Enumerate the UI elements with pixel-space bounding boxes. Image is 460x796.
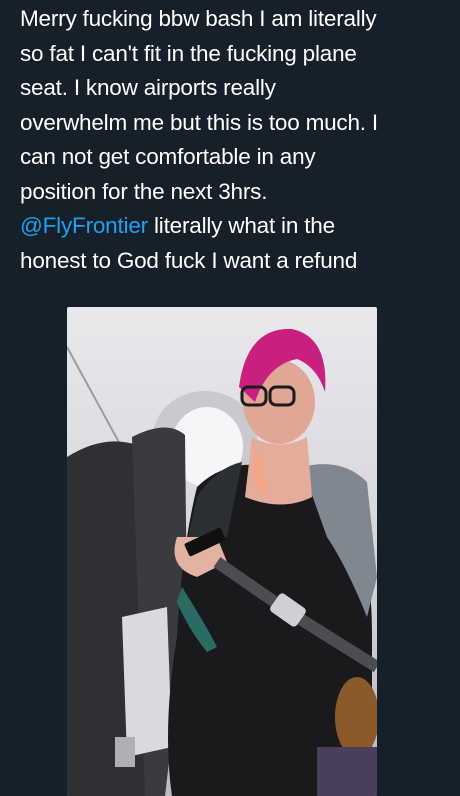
tweet-line-7-rest: literally what in the bbox=[147, 213, 335, 238]
tweet-line-1: Merry fucking bbw bash I am literally bbox=[20, 6, 377, 31]
tweet-photo[interactable] bbox=[67, 307, 377, 796]
floor-bag bbox=[317, 747, 377, 796]
tweet-line-6: position for the next 3hrs. bbox=[20, 178, 268, 204]
tray-table-icon bbox=[122, 607, 172, 757]
tweet-line-7: @FlyFrontier literally what in the bbox=[20, 209, 450, 244]
cabin-panel-line bbox=[67, 346, 128, 458]
tweet-text: Merry fucking bbw bash I am literally so… bbox=[20, 2, 450, 278]
airplane-seat-photo-icon bbox=[67, 328, 377, 796]
tweet-line-5: can not get comfortable in any bbox=[20, 144, 316, 169]
tweet-line-4: overwhelm me but this is too much. I bbox=[20, 109, 378, 135]
mention-link[interactable]: @FlyFrontier bbox=[20, 213, 148, 238]
seat-latch-icon bbox=[115, 737, 135, 767]
tweet-line-2: so fat I can't fit in the fucking plane bbox=[20, 40, 357, 66]
tweet-line-3: seat. I know airports really bbox=[20, 75, 276, 100]
tweet-line-8: honest to God fuck I want a refund bbox=[20, 247, 358, 273]
bag-icon bbox=[335, 677, 377, 757]
